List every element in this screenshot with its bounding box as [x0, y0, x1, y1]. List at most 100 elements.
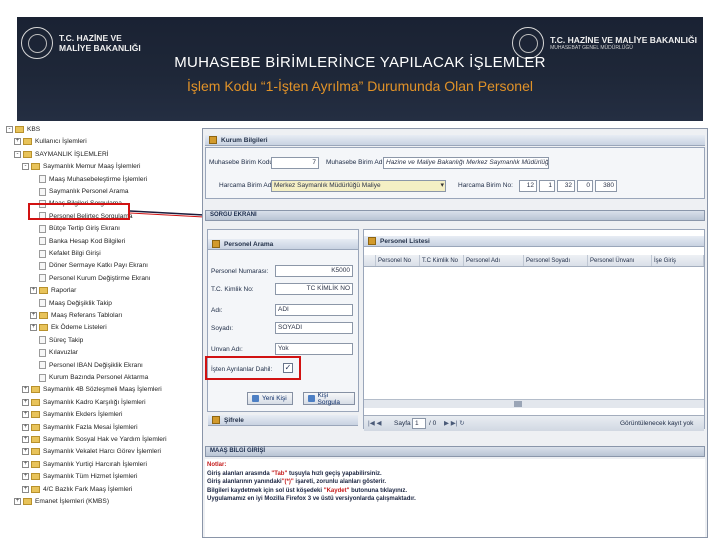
maas-section-bar[interactable]: MAAŞ BİLGİ GİRİŞİ [205, 446, 705, 457]
page-input[interactable]: 1 [412, 418, 426, 429]
folder-icon [23, 138, 32, 146]
expand-icon[interactable]: + [22, 460, 29, 468]
expand-icon[interactable]: + [22, 448, 29, 456]
tree-item[interactable]: + Saymanlık Ekders İşlemleri [22, 409, 123, 420]
column-personel-unvani[interactable]: Personel Ünvanı [588, 255, 652, 266]
search-icon [308, 395, 315, 402]
column-ise-giris[interactable]: İşe Giriş [652, 255, 704, 266]
sifrele-bar[interactable]: Şifrele [208, 415, 358, 426]
note-1: Giriş alanları arasında "Tab" tuşuyla hı… [207, 470, 382, 477]
folder-icon [39, 287, 48, 295]
file-icon [39, 361, 46, 370]
tree-item[interactable]: + Saymanlık Kadro Karşılığı İşlemleri [22, 397, 146, 408]
tree-item-label: Emanet İşlemleri (KMBS) [35, 498, 110, 505]
tree-item[interactable]: + Raporlar [30, 285, 76, 296]
tree-item[interactable]: Maaş Muhasebeleştirme İşlemleri [30, 174, 147, 185]
expand-icon[interactable]: + [14, 498, 21, 505]
soyadi-field[interactable]: SOYADI [275, 322, 353, 334]
tree-item[interactable]: + Saymanlık 4B Sözleşmeli Maaş İşlemleri [22, 384, 162, 395]
folder-icon [39, 324, 48, 332]
tree-item[interactable]: + Maaş Referans Tabloları [30, 310, 122, 321]
collapse-icon[interactable]: - [6, 126, 13, 133]
harcama-no-field-3[interactable]: 32 [557, 180, 575, 192]
expand-icon[interactable]: + [22, 411, 29, 419]
tree-item[interactable]: + Emanet İşlemleri (KMBS) [14, 496, 109, 507]
sorgu-section-bar[interactable]: SORGU EKRANI [205, 210, 705, 221]
column-personel-no[interactable]: Personel No [376, 255, 420, 266]
tree-item[interactable]: Personel IBAN Değişiklik Ekranı [30, 360, 143, 371]
adi-field[interactable]: ADI [275, 304, 353, 316]
tree-item[interactable]: Süreç Takip [30, 335, 83, 346]
tree-item[interactable]: Saymanlık Personel Arama [30, 186, 129, 197]
tree-item[interactable]: + Ek Ödeme Listeleri [30, 322, 107, 333]
expand-icon[interactable]: + [22, 398, 29, 406]
tree-item-label: Kılavuzlar [49, 349, 78, 357]
expand-icon[interactable]: + [30, 312, 37, 319]
tree-item[interactable]: Kılavuzlar [30, 347, 78, 358]
tree-item[interactable]: - SAYMANLIK İŞLEMLERİ [14, 149, 109, 160]
first-page-icon[interactable]: |◀ ◀ [368, 419, 382, 427]
tree-item[interactable]: + Saymanlık Vekalet Harcı Görev İşlemleri [22, 446, 161, 457]
muhasebe-kodu-field[interactable]: 7 [271, 157, 319, 169]
expand-icon[interactable]: + [22, 436, 29, 443]
personel-no-field[interactable]: K5000 [275, 265, 353, 277]
column-personel-adi[interactable]: Personel Adı [464, 255, 524, 266]
tree-item-label: Personel Kurum Değiştirme Ekranı [49, 274, 151, 282]
tree-item[interactable]: Kefalet Bilgi Girişi [30, 248, 101, 259]
arama-panel-header: Personel Arama [208, 239, 358, 250]
tree-item[interactable]: Maaş Değişiklik Takip [30, 298, 112, 309]
tree-item[interactable]: Kurum Bazında Personel Aktarma [30, 372, 148, 383]
tree-item[interactable]: + Kullanıcı İşlemleri [14, 136, 87, 147]
unvan-field[interactable]: Yok [275, 343, 353, 355]
tree-item[interactable]: Döner Sermaye Katkı Payı Ekranı [30, 260, 148, 271]
expand-icon[interactable]: + [14, 138, 21, 146]
next-page-icon[interactable]: ▶ ▶| ↻ [444, 419, 465, 427]
pointer-arrow [130, 210, 210, 220]
expand-icon[interactable]: + [22, 485, 29, 493]
tree-item-label: SAYMANLIK İŞLEMLERİ [35, 150, 109, 158]
list-icon [368, 237, 376, 245]
horizontal-scrollbar[interactable] [364, 399, 704, 408]
tree-item-label: Saymanlık Kadro Karşılığı İşlemleri [43, 398, 146, 406]
harcama-no-field-5[interactable]: 380 [595, 180, 617, 192]
tree-item-label: Kullanıcı İşlemleri [35, 138, 87, 146]
tree-item[interactable]: Banka Hesap Kod Bilgileri [30, 236, 125, 247]
tree-item[interactable]: + Saymanlık Fazla Mesai İşlemleri [22, 422, 138, 433]
harcama-no-field-1[interactable]: 12 [519, 180, 537, 192]
collapse-icon[interactable]: - [22, 163, 29, 171]
muhasebe-adi-field[interactable]: Hazine ve Maliye Bakanlığı Merkez Sayman… [383, 157, 549, 169]
column-personel-soyadi[interactable]: Personel Soyadı [524, 255, 588, 266]
yeni-kisi-button[interactable]: Yeni Kişi [247, 392, 293, 405]
file-icon [39, 187, 46, 196]
expand-icon[interactable]: + [30, 287, 37, 295]
note-4: Uygulamamız en iyi Mozilla Firefox 3 ve … [207, 496, 416, 502]
tree-item-label: Saymanlık Ekders İşlemleri [43, 411, 123, 419]
file-icon [39, 249, 46, 258]
harcama-adi-select[interactable]: Merkez Saymanlık Müdürlüğü Maliye [271, 180, 446, 192]
tree-item[interactable]: - Saymanlık Memur Maaş İşlemleri [22, 161, 140, 172]
folder-icon [31, 485, 40, 493]
collapse-icon[interactable]: - [14, 150, 21, 158]
tree-item[interactable]: + Saymanlık Sosyal Hak ve Yardım İşlemler… [22, 434, 167, 445]
tree-item[interactable]: Personel Kurum Değiştirme Ekranı [30, 273, 151, 284]
tc-kimlik-field[interactable]: TC KİMLİK NO [275, 283, 353, 295]
column-tc-kimlik[interactable]: T.C Kimlik No [420, 255, 464, 266]
expand-icon[interactable]: + [22, 423, 29, 431]
kisi-sorgula-button[interactable]: Kişi Sorgula [303, 392, 355, 406]
tree-item[interactable]: + Saymanlık Yurtiçi Harcırah İşlemleri [22, 459, 147, 470]
harcama-no-field-4[interactable]: 0 [577, 180, 593, 192]
tree-item[interactable]: Bütçe Tertip Giriş Ekranı [30, 223, 120, 234]
lock-icon [212, 416, 220, 424]
tree-item[interactable]: +4/C Bazlık Fark Maaş İşlemleri [22, 484, 132, 495]
expand-icon[interactable]: + [22, 473, 29, 481]
tree-item[interactable]: + Saymanlık Tüm Hizmet İşlemleri [22, 471, 137, 482]
logo-right-line2: MUHASEBAT GENEL MÜDÜRLÜĞÜ [550, 44, 633, 51]
harcama-no-field-2[interactable]: 1 [539, 180, 555, 192]
expand-icon[interactable]: + [30, 324, 37, 332]
personel-arama-panel [207, 229, 359, 412]
expand-icon[interactable]: + [22, 386, 29, 394]
scrollbar-thumb[interactable] [514, 401, 522, 407]
tree-item[interactable]: - KBS [6, 124, 40, 135]
slide: T.C. HAZİNE VE MALİYE BAKANLIĞI T.C. HAZ… [0, 0, 720, 540]
folder-icon [31, 448, 40, 456]
